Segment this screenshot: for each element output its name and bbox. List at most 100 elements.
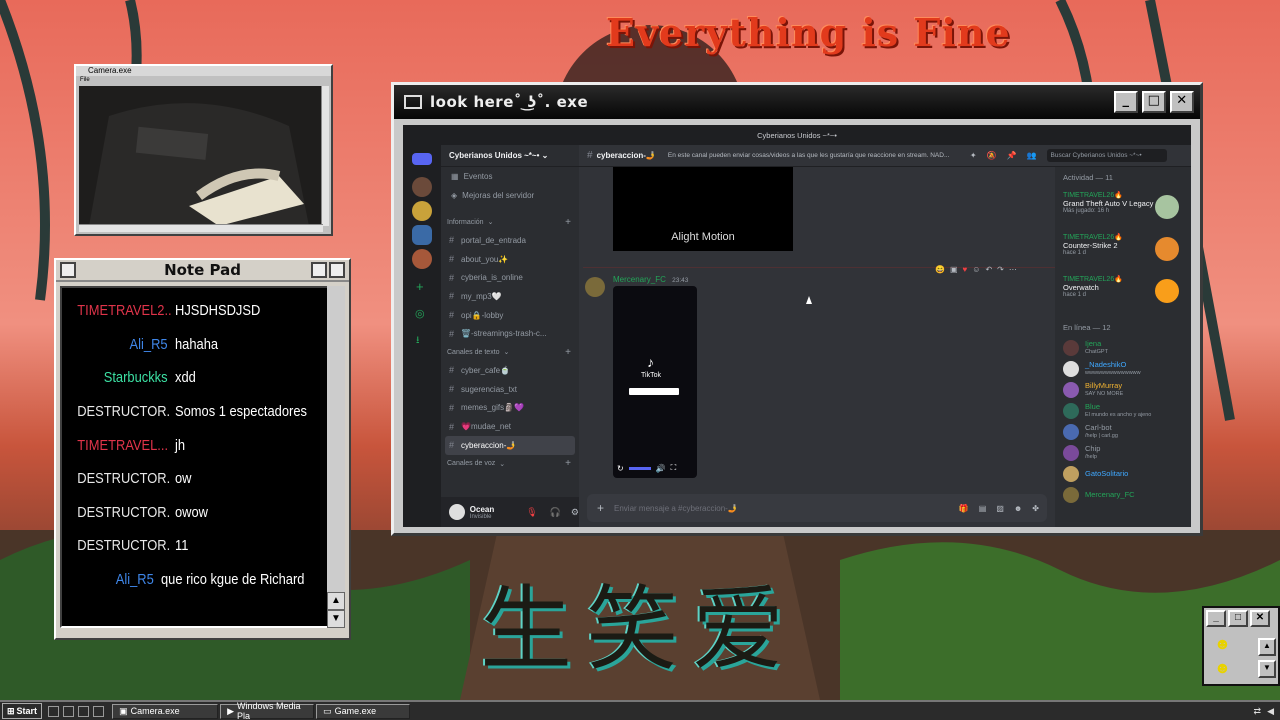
replay-icon[interactable]: ↻ <box>617 464 624 473</box>
scroll-up-arrow-icon[interactable]: ▲ <box>1258 638 1276 656</box>
server-name[interactable]: Cyberianos Unidos ~*~• ⌄ <box>441 145 579 167</box>
channel-category[interactable]: Canales de voz ⌄ + <box>441 455 579 473</box>
server-icon[interactable] <box>412 201 432 221</box>
explore-icon[interactable]: ◎ <box>415 307 425 320</box>
close-button[interactable]: ✕ <box>1250 610 1270 627</box>
maximize-button[interactable]: □ <box>1228 610 1248 627</box>
seek-bar[interactable] <box>628 466 651 470</box>
quick-launch-icon[interactable] <box>63 705 75 717</box>
reaction-icon[interactable]: ▣ <box>950 265 958 274</box>
channel-item[interactable]: # sugerencias_txt <box>441 380 579 399</box>
avatar[interactable] <box>1063 444 1079 461</box>
channel-category[interactable]: Información ⌄ + <box>441 213 579 231</box>
camera-menu-file[interactable]: File <box>76 76 331 84</box>
scroll-down-arrow-icon[interactable]: ▼ <box>1258 660 1276 678</box>
avatar[interactable] <box>449 504 465 520</box>
notepad-title-bar[interactable]: Note Pad <box>56 260 349 282</box>
fullscreen-icon[interactable]: ⛶ <box>671 463 677 473</box>
camera-window[interactable]: Camera.exe File <box>74 64 333 236</box>
maximize-button[interactable]: □ <box>1142 91 1166 113</box>
headphones-icon[interactable]: 🎧 <box>550 507 561 518</box>
scroll-down-arrow-icon[interactable]: ▼ <box>327 610 345 628</box>
create-channel-icon[interactable]: + <box>565 458 571 469</box>
close-button[interactable]: ✕ <box>1170 91 1194 113</box>
avatar[interactable] <box>1063 381 1079 398</box>
threads-icon[interactable]: ✦ <box>970 151 977 160</box>
avatar[interactable] <box>585 277 605 297</box>
network-icon[interactable]: ⇄ <box>1254 706 1262 717</box>
notepad-close-box-icon[interactable] <box>60 262 76 278</box>
server-icon[interactable] <box>412 225 432 245</box>
search-input[interactable]: Buscar Cyberianos Unidos ~*~• <box>1046 149 1167 162</box>
apps-icon[interactable]: ✤ <box>1032 504 1039 513</box>
boost-item[interactable]: ◈ Mejoras del servidor <box>441 186 579 205</box>
main-window[interactable]: look here˚ ͜ʖ˚. exe _ □ ✕ Cyberianos Uni… <box>391 82 1203 536</box>
member-item[interactable]: _NadeshikO wwwwwwwwwwwwww <box>1055 358 1191 379</box>
video-embed[interactable]: Alight Motion <box>613 167 793 251</box>
member-item[interactable]: Chip/help <box>1055 442 1191 463</box>
taskbar-button-camera[interactable]: ▣ Camera.exe <box>112 703 219 719</box>
avatar[interactable] <box>1063 360 1079 377</box>
volume-icon[interactable]: ◀ <box>1267 706 1274 717</box>
message-author[interactable]: Mercenary_FC <box>613 275 666 284</box>
reaction-icon[interactable]: 😄 <box>935 265 945 274</box>
camera-vertical-scrollbar[interactable] <box>321 86 329 226</box>
channel-item[interactable]: # memes_gifs🗿💜 <box>441 399 579 418</box>
channel-item[interactable]: # 🗑️-streamings-trash-c... <box>441 324 579 343</box>
channel-item[interactable]: # 💗mudae_net <box>441 417 579 436</box>
volume-icon[interactable]: 🔊 <box>656 464 666 473</box>
activity-card[interactable]: TIMETRAVEL26🔥 Counter-Strike 2 hace 1 d <box>1055 229 1191 271</box>
user-panel[interactable]: Ocean Invisible 🎙 🎧 ⚙ <box>441 497 579 527</box>
channel-category[interactable]: Canales de texto ⌄ + <box>441 343 579 361</box>
gift-icon[interactable]: 🎁 <box>959 504 969 513</box>
mute-mic-icon[interactable]: 🎙 <box>526 507 537 518</box>
members-icon[interactable]: 👥 <box>1027 151 1037 160</box>
events-item[interactable]: ▦ Eventos <box>441 167 579 186</box>
more-icon[interactable]: ⋯ <box>1009 265 1017 274</box>
scroll-up-arrow-icon[interactable]: ▲ <box>327 592 345 610</box>
member-item[interactable]: Mercenary_FC <box>1055 484 1191 505</box>
heart-reaction-icon[interactable]: ♥ <box>963 265 968 274</box>
channel-item[interactable]: # my_mp3🤍 <box>441 287 579 306</box>
gif-icon[interactable]: ▤ <box>979 504 987 513</box>
activity-card[interactable]: TIMETRAVEL26🔥 Grand Theft Auto V Legacy Má… <box>1055 187 1191 229</box>
channel-topic[interactable]: En este canal pueden enviar cosas/videos… <box>668 152 958 159</box>
create-channel-icon[interactable]: + <box>565 217 571 228</box>
forward-icon[interactable]: ↷ <box>997 265 1004 274</box>
member-item[interactable]: Carl-bot/help | carl.gg <box>1055 421 1191 442</box>
minimize-button[interactable]: _ <box>1206 610 1226 627</box>
create-channel-icon[interactable]: + <box>565 347 571 358</box>
member-item[interactable]: Ijena ChatGPT <box>1055 337 1191 358</box>
camera-horizontal-scrollbar[interactable] <box>79 224 323 232</box>
channel-item[interactable]: # cyberaccion-🤳 <box>445 435 575 455</box>
taskbar-button-game[interactable]: ▭ Game.exe <box>316 703 411 719</box>
channel-item[interactable]: # opi🔒-lobby <box>441 306 579 325</box>
quick-launch-icon[interactable] <box>78 705 90 717</box>
channel-item[interactable]: # portal_de_entrada <box>441 231 579 250</box>
taskbar-button-media-player[interactable]: ▶ Windows Media Pla <box>220 701 315 720</box>
main-window-title-bar[interactable]: look here˚ ͜ʖ˚. exe _ □ ✕ <box>394 85 1200 119</box>
emoji-icon[interactable]: ☻ <box>1014 504 1022 513</box>
pin-icon[interactable]: 📌 <box>1007 151 1017 160</box>
notification-bell-icon[interactable]: 🔕 <box>987 151 997 160</box>
notepad-zoom-box-icon[interactable] <box>311 262 327 278</box>
minimize-button[interactable]: _ <box>1114 91 1138 113</box>
member-item[interactable]: Blue El mundo es ancho y ajeno <box>1055 400 1191 421</box>
server-icon[interactable] <box>412 177 432 197</box>
attach-plus-icon[interactable]: + <box>597 501 604 515</box>
notepad-scrollbar[interactable]: ▲ ▼ <box>327 286 345 628</box>
channel-item[interactable]: # cyberia_is_online <box>441 268 579 287</box>
member-item[interactable]: BillyMurray SAY NO MORE <box>1055 379 1191 400</box>
channel-item[interactable]: # cyber_cafe🍵 <box>441 361 579 380</box>
download-icon[interactable]: ⭳ <box>416 333 420 350</box>
activity-card[interactable]: TIMETRAVEL26🔥 Overwatch hace 1 d <box>1055 271 1191 313</box>
quick-launch-icon[interactable] <box>93 705 105 717</box>
avatar[interactable] <box>1063 402 1079 419</box>
add-reaction-icon[interactable]: ☺ <box>972 265 980 274</box>
start-button[interactable]: ⊞ Start <box>2 703 43 719</box>
member-item[interactable]: GatoSolitario <box>1055 463 1191 484</box>
settings-gear-icon[interactable]: ⚙ <box>571 507 579 518</box>
server-icon[interactable] <box>412 249 432 269</box>
discord-home-icon[interactable] <box>412 153 432 165</box>
message-input[interactable]: + Enviar mensaje a #cyberaccion-🤳 🎁 ▤ ▨ ☻ ✤ <box>587 494 1047 522</box>
